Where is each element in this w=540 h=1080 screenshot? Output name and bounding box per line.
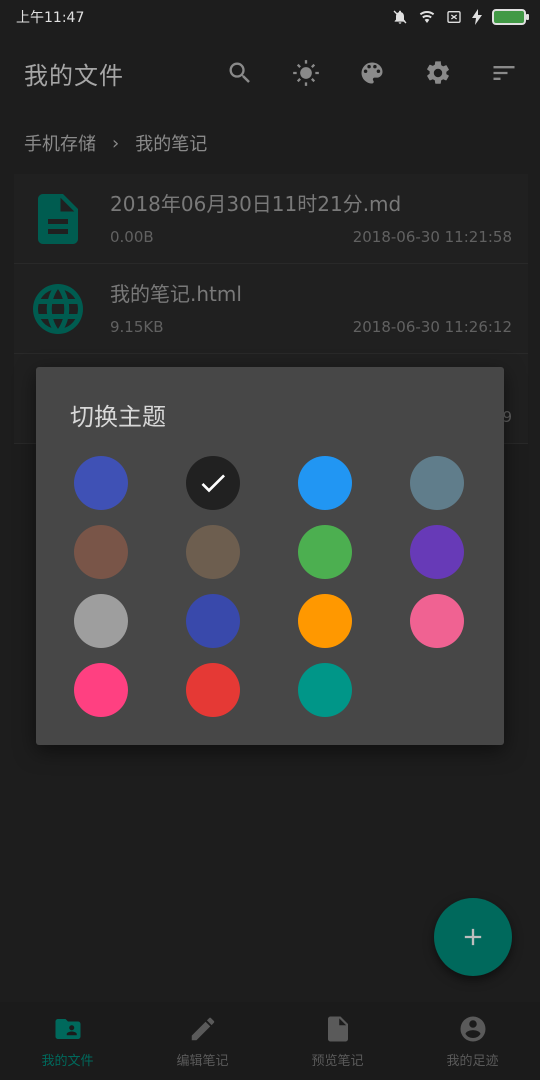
pencil-icon (191, 1017, 214, 1041)
nav-label: 预览笔记 (311, 1054, 364, 1069)
color-swatch[interactable] (410, 594, 464, 648)
nav-my-footprint[interactable]: 我的足迹 (405, 1002, 540, 1080)
plus-icon (464, 928, 482, 946)
check-icon (201, 474, 225, 493)
bottom-nav: 我的文件 编辑笔记 预览笔记 我的足迹 (0, 1002, 540, 1080)
nav-my-files[interactable]: 我的文件 (0, 1002, 135, 1080)
color-swatch[interactable] (298, 525, 352, 579)
color-swatch-selected[interactable] (186, 456, 240, 510)
nav-label: 编辑笔记 (176, 1054, 229, 1069)
color-swatch[interactable] (410, 456, 464, 510)
nav-label: 我的足迹 (446, 1054, 499, 1069)
color-swatch-grid (74, 456, 468, 718)
nav-edit-note[interactable]: 编辑笔记 (135, 1002, 270, 1080)
nav-preview-note[interactable]: 预览笔记 (270, 1002, 405, 1080)
color-swatch[interactable] (186, 663, 240, 717)
color-swatch[interactable] (74, 525, 128, 579)
file-icon (327, 1016, 348, 1042)
account-icon (460, 1016, 485, 1042)
add-note-button[interactable] (434, 898, 512, 976)
color-swatch[interactable] (74, 456, 128, 510)
color-swatch[interactable] (410, 525, 464, 579)
color-swatch[interactable] (74, 663, 128, 717)
dialog-title: 切换主题 (70, 403, 166, 431)
nav-label: 我的文件 (41, 1054, 94, 1069)
color-swatch[interactable] (298, 456, 352, 510)
theme-dialog: 切换主题 (36, 367, 504, 745)
folder-user-icon (55, 1019, 80, 1039)
color-swatch[interactable] (298, 663, 352, 717)
color-swatch[interactable] (186, 594, 240, 648)
color-swatch[interactable] (186, 525, 240, 579)
color-swatch[interactable] (74, 594, 128, 648)
color-swatch[interactable] (298, 594, 352, 648)
